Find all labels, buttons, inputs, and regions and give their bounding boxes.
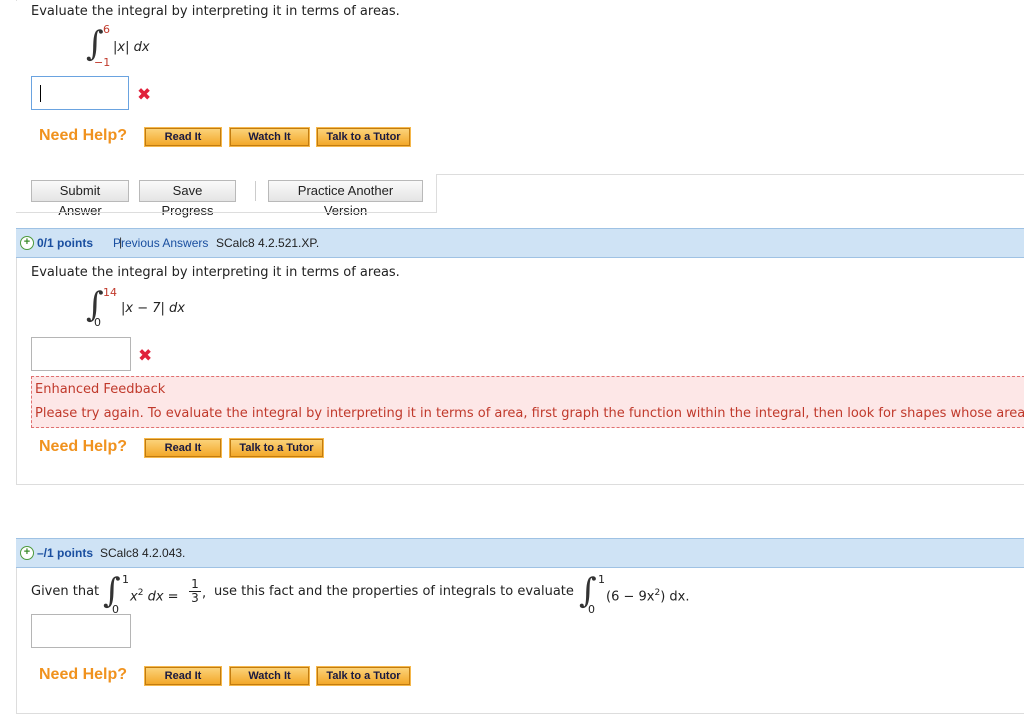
expand-plus-icon[interactable]: + xyxy=(20,546,34,560)
answer-input-q3[interactable] xyxy=(31,614,131,648)
points-label: 0/1 points xyxy=(37,236,94,250)
integrand: |x − 7| dx xyxy=(121,301,185,316)
points-label: –/1 points xyxy=(37,546,94,560)
question1-prompt: Evaluate the integral by interpreting it… xyxy=(31,4,400,19)
fraction-one-third: 1 3 xyxy=(189,578,201,605)
need-help-label: Need Help? xyxy=(39,666,128,683)
question-code: SCalc8 4.2.043. xyxy=(100,546,186,560)
answer-input-q1[interactable] xyxy=(31,76,129,110)
upper-limit: 1 xyxy=(598,573,605,586)
given-that-text: Given that xyxy=(31,584,100,599)
question-code: SCalc8 4.2.521.XP. xyxy=(216,236,320,250)
read-it-button[interactable]: Read It xyxy=(144,127,222,147)
question3-header-bar: + –/1 points SCalc8 4.2.043. xyxy=(16,538,1024,568)
read-it-button[interactable]: Read It xyxy=(144,666,222,686)
lower-limit: 0 xyxy=(588,603,595,616)
upper-limit: 6 xyxy=(103,23,110,36)
enhanced-feedback-box: Enhanced Feedback Please try again. To e… xyxy=(31,376,1024,428)
integrand: |x| dx xyxy=(113,40,150,55)
lower-limit: 0 xyxy=(94,316,101,329)
read-it-button[interactable]: Read It xyxy=(144,438,222,458)
previous-answers-link[interactable]: Previous Answers xyxy=(113,236,208,250)
need-help-label: Need Help? xyxy=(39,127,128,144)
integrand-x: x2 dx = xyxy=(130,588,179,605)
action-panel-top-line xyxy=(436,174,1024,175)
question2-prompt: Evaluate the integral by interpreting it… xyxy=(31,265,400,280)
comma: , xyxy=(202,586,207,601)
question2-header-bar: + 0/1 points | Previous Answers SCalc8 4… xyxy=(16,228,1024,258)
talk-to-tutor-button[interactable]: Talk to a Tutor xyxy=(229,438,324,458)
watch-it-button[interactable]: Watch It xyxy=(229,127,310,147)
watch-it-button[interactable]: Watch It xyxy=(229,666,310,686)
action-panel-frame xyxy=(16,174,437,213)
talk-to-tutor-button[interactable]: Talk to a Tutor xyxy=(316,127,411,147)
feedback-text: Please try again. To evaluate the integr… xyxy=(35,406,1024,421)
incorrect-icon: ✖ xyxy=(138,346,153,366)
feedback-title: Enhanced Feedback xyxy=(35,382,166,397)
talk-to-tutor-button[interactable]: Talk to a Tutor xyxy=(316,666,411,686)
text-caret xyxy=(40,85,41,102)
expand-plus-icon[interactable]: + xyxy=(20,236,34,250)
upper-limit: 1 xyxy=(122,573,129,586)
need-help-label: Need Help? xyxy=(39,438,128,455)
upper-limit: 14 xyxy=(103,286,117,299)
lower-limit: −1 xyxy=(94,56,111,69)
middle-text: use this fact and the properties of inte… xyxy=(214,584,574,599)
answer-input-q2[interactable] xyxy=(31,337,131,371)
integrand-six-minus: (6 − 9x2) dx. xyxy=(606,588,690,605)
panel-border-q1 xyxy=(16,0,17,1)
incorrect-icon: ✖ xyxy=(137,85,152,105)
